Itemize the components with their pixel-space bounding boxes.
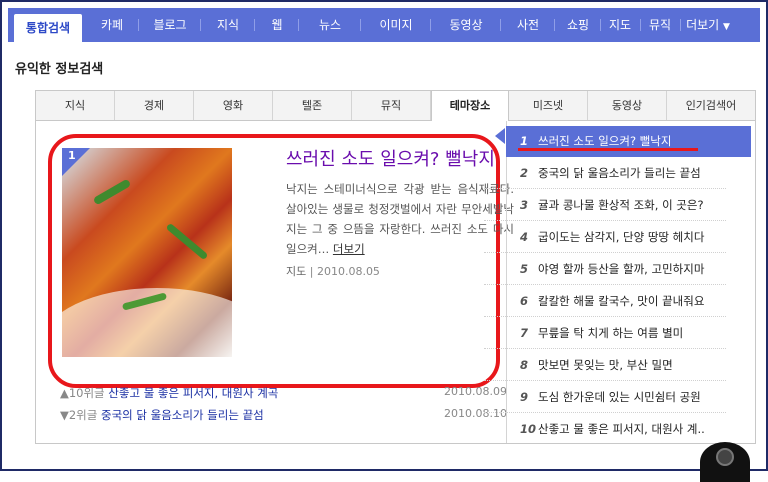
- nav-separator: [554, 19, 555, 31]
- ranking-item[interactable]: 2 중국의 닭 울음소리가 들리는 끝섬: [506, 158, 751, 189]
- nav-more-label: 더보기: [686, 18, 720, 32]
- ranking-title: 맛보면 못잊는 맛, 부산 밀면: [538, 358, 673, 372]
- nav-separator: [254, 19, 255, 31]
- ranking-title: 야영 할까 등산을 할까, 고민하지마: [538, 262, 705, 276]
- nav-separator: [138, 19, 139, 31]
- list-item-date: 2010.08.09: [444, 385, 507, 398]
- ranking-title: 귤과 콩나물 환상적 조화, 이 곳은?: [538, 198, 704, 212]
- dotted-divider: [484, 188, 726, 189]
- ranking-item[interactable]: 4 굽이도는 삼각지, 단양 땅땅 헤치다: [506, 222, 751, 253]
- nav-more[interactable]: 더보기 ▼: [684, 8, 732, 42]
- tab-integrated-search[interactable]: 통합검색: [14, 14, 82, 42]
- nav-news[interactable]: 뉴스: [306, 8, 354, 42]
- ranking-title: 중국의 닭 울음소리가 들리는 끝섬: [538, 166, 701, 180]
- nav-map[interactable]: 지도: [604, 8, 636, 42]
- list-item-rank: ▼2위글: [60, 408, 98, 422]
- dotted-divider: [484, 316, 726, 317]
- dotted-divider: [484, 220, 726, 221]
- nav-separator: [200, 19, 201, 31]
- category-tabs: 지식 경제 영화 텔존 뮤직 테마장소 미즈넷 동영상 인기검색어: [36, 91, 755, 121]
- nav-music[interactable]: 뮤직: [644, 8, 676, 42]
- ranking-title: 산좋고 물 좋은 피서지, 대원사 계..: [538, 422, 705, 436]
- nav-video[interactable]: 동영상: [438, 8, 494, 42]
- ranking-item[interactable]: 6 칼칼한 해물 칼국수, 맛이 끝내줘요: [506, 286, 751, 317]
- ranking-number: 1: [520, 134, 529, 148]
- nav-blog[interactable]: 블로그: [146, 8, 194, 42]
- ranking-item[interactable]: 9 도심 한가운데 있는 시민쉼터 공원: [506, 382, 751, 413]
- list-item-date: 2010.08.10: [444, 407, 507, 420]
- ranking-number: 2: [520, 166, 529, 180]
- ranking-number: 8: [520, 358, 529, 372]
- list-item[interactable]: ▲10위글 산좋고 물 좋은 피서지, 대원사 계곡 2010.08.09: [60, 385, 507, 401]
- ranking-item[interactable]: 5 야영 할까 등산을 할까, 고민하지마: [506, 254, 751, 285]
- nav-cafe[interactable]: 카페: [92, 8, 132, 42]
- tab-knowledge[interactable]: 지식: [36, 91, 115, 120]
- ranking-title: 도심 한가운데 있는 시민쉼터 공원: [538, 390, 701, 404]
- nav-dictionary[interactable]: 사전: [508, 8, 548, 42]
- info-search-panel: 지식 경제 영화 텔존 뮤직 테마장소 미즈넷 동영상 인기검색어 1 쓰러진 …: [35, 90, 756, 444]
- tab-popular-keywords[interactable]: 인기검색어: [667, 91, 755, 120]
- ranking-number: 4: [520, 230, 529, 244]
- selected-arrow-icon: [495, 128, 505, 144]
- highlight-circle: [48, 134, 500, 388]
- nav-separator: [640, 19, 641, 31]
- ranking-number: 3: [520, 198, 529, 212]
- feature-description-text: 낙지는 스테미너식으로 각광 받는 음식재료다. 살아있는 생물로 청정갯벌에서…: [286, 182, 514, 256]
- nav-knowledge[interactable]: 지식: [208, 8, 248, 42]
- nav-separator: [298, 19, 299, 31]
- list-item[interactable]: ▼2위글 중국의 닭 울음소리가 들리는 끝섬 2010.08.10: [60, 407, 507, 423]
- ranking-item[interactable]: 7 무릎을 탁 치게 하는 여름 별미: [506, 318, 751, 349]
- camera-icon: [700, 442, 750, 482]
- dotted-divider: [484, 252, 726, 253]
- tab-video[interactable]: 동영상: [588, 91, 667, 120]
- camera-lens-shape: [716, 448, 734, 466]
- feature-source[interactable]: 지도: [286, 265, 306, 278]
- ranking-item[interactable]: 3 귤과 콩나물 환상적 조화, 이 곳은?: [506, 190, 751, 221]
- ranking-title: 굽이도는 삼각지, 단양 땅땅 헤치다: [538, 230, 705, 244]
- feature-meta: 지도 | 2010.08.05: [286, 263, 380, 279]
- nav-shopping[interactable]: 쇼핑: [560, 8, 596, 42]
- list-item-title[interactable]: 산좋고 물 좋은 피서지, 대원사 계곡: [108, 386, 278, 400]
- nav-separator: [600, 19, 601, 31]
- ranking-number: 7: [520, 326, 529, 340]
- highlight-underline: [518, 148, 698, 151]
- ranking-title: 쓰러진 소도 일으켜? 뻘낙지: [538, 134, 672, 148]
- nav-separator: [430, 19, 431, 31]
- ranking-number: 10: [520, 422, 537, 436]
- tab-telzone[interactable]: 텔존: [273, 91, 352, 120]
- list-item-rank: ▲10위글: [60, 386, 105, 400]
- chevron-down-icon: ▼: [723, 22, 730, 32]
- nav-separator: [360, 19, 361, 31]
- nav-web[interactable]: 웹: [262, 8, 292, 42]
- ranking-item[interactable]: 8 맛보면 못잊는 맛, 부산 밀면: [506, 350, 751, 381]
- nav-image[interactable]: 이미지: [368, 8, 424, 42]
- dotted-divider: [484, 284, 726, 285]
- ranking-number: 6: [520, 294, 529, 308]
- feature-date: 2010.08.05: [316, 265, 380, 278]
- feature-description: 낙지는 스테미너식으로 각광 받는 음식재료다. 살아있는 생물로 청정갯벌에서…: [286, 179, 514, 259]
- section-title: 유익한 정보검색: [15, 62, 104, 77]
- nav-separator: [680, 19, 681, 31]
- meta-separator: |: [309, 265, 317, 278]
- ranking-number: 9: [520, 390, 529, 404]
- ranking-title: 칼칼한 해물 칼국수, 맛이 끝내줘요: [538, 294, 705, 308]
- tab-economy[interactable]: 경제: [115, 91, 194, 120]
- tab-miznet[interactable]: 미즈넷: [509, 91, 588, 120]
- ranking-title: 무릎을 탁 치게 하는 여름 별미: [538, 326, 684, 340]
- tab-movie[interactable]: 영화: [194, 91, 273, 120]
- dotted-divider: [484, 412, 726, 413]
- nav-separator: [500, 19, 501, 31]
- top-nav: 통합검색 카페 블로그 지식 웹 뉴스 이미지 동영상 사전 쇼핑 지도 뮤직 …: [8, 8, 760, 42]
- tab-music[interactable]: 뮤직: [352, 91, 431, 120]
- list-item-title[interactable]: 중국의 닭 울음소리가 들리는 끝섬: [101, 408, 264, 422]
- feature-title[interactable]: 쓰러진 소도 일으켜? 뻘낙지: [286, 145, 495, 171]
- dotted-divider: [484, 380, 726, 381]
- tab-theme-place[interactable]: 테마장소: [431, 91, 509, 121]
- ranking-item[interactable]: 1 쓰러진 소도 일으켜? 뻘낙지: [506, 126, 751, 157]
- more-link[interactable]: 더보기: [333, 242, 365, 256]
- dotted-divider: [484, 348, 726, 349]
- ranking-item[interactable]: 10 산좋고 물 좋은 피서지, 대원사 계..: [506, 414, 751, 445]
- ranking-number: 5: [520, 262, 529, 276]
